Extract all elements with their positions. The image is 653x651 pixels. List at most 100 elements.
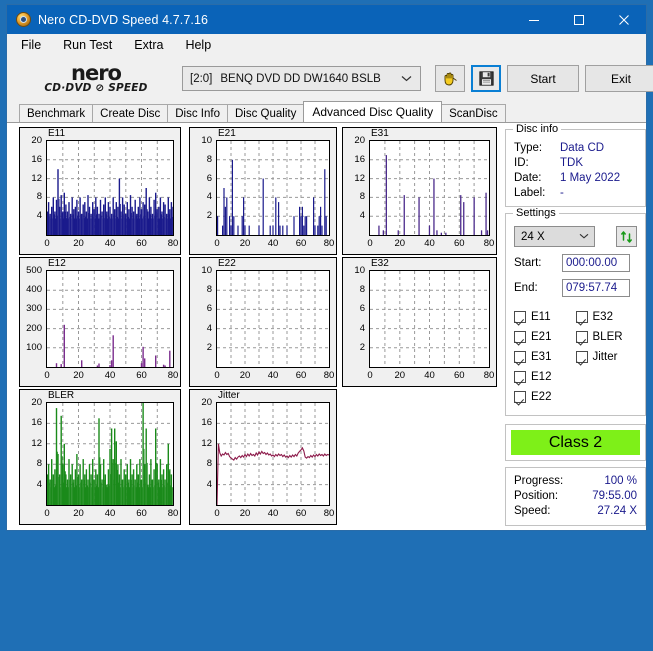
exit-button[interactable]: Exit xyxy=(585,65,653,92)
menu-item-file[interactable]: File xyxy=(19,37,43,53)
checkbox-label: E31 xyxy=(531,351,552,363)
disc-id-label: ID: xyxy=(514,157,529,169)
x-axis-tick: 80 xyxy=(323,370,335,381)
refresh-button[interactable] xyxy=(616,226,637,247)
checkbox-jitter[interactable]: Jitter xyxy=(575,347,638,367)
tab-disc-info[interactable]: Disc Info xyxy=(167,104,228,122)
checkbox-box xyxy=(575,311,588,323)
progress-label: Progress: xyxy=(514,475,564,487)
x-axis-tick: 60 xyxy=(295,508,307,519)
checkbox-e12[interactable]: E12 xyxy=(514,367,576,387)
plot-area xyxy=(46,402,174,506)
y-axis-tick: 20 xyxy=(354,135,365,146)
tab-advanced-disc-quality[interactable]: Advanced Disc Quality xyxy=(303,101,443,122)
x-axis-tick: 60 xyxy=(295,238,307,249)
chart-panel-e22: E22 2 4 6 8 10 0 20 40 60 80 xyxy=(189,257,337,387)
drive-id: [2:0] xyxy=(190,72,213,85)
plot-area xyxy=(216,270,330,368)
speed-value: 24 X xyxy=(521,230,545,243)
plot-area xyxy=(216,140,330,236)
checkbox-e32[interactable]: E32 xyxy=(575,307,638,327)
tab-disc-quality[interactable]: Disc Quality xyxy=(227,104,305,122)
x-axis-tick: 20 xyxy=(394,238,406,249)
checkbox-label: BLER xyxy=(592,331,623,343)
window-controls xyxy=(511,5,646,34)
disc-label-value: - xyxy=(560,187,564,199)
checkbox-bler[interactable]: BLER xyxy=(575,327,638,347)
y-axis-tick: 4 xyxy=(206,191,212,203)
y-axis-tick: 10 xyxy=(201,135,212,146)
x-axis-tick: 20 xyxy=(239,370,251,381)
speed-row-status: Speed: 27.24 X xyxy=(514,504,637,519)
maximize-icon[interactable] xyxy=(556,5,601,34)
save-button[interactable] xyxy=(471,65,501,92)
checkbox-e22[interactable]: E22 xyxy=(514,387,576,407)
x-axis-tick: 0 xyxy=(214,508,220,519)
tab-benchmark[interactable]: Benchmark xyxy=(19,104,94,122)
y-axis-tick: 12 xyxy=(31,172,42,184)
position-value: 79:55.00 xyxy=(592,490,637,502)
menu-bar: File Run Test Extra Help xyxy=(7,34,646,56)
charts-grid: E11 4 8 12 16 20 0 20 40 60 80 E21 2 4 6 8 10 0 20 40 60 80 E3… xyxy=(19,127,497,651)
plot-area xyxy=(46,270,174,368)
disc-label-label: Label: xyxy=(514,187,546,199)
plot-area xyxy=(216,402,330,506)
speed-select[interactable]: 24 X xyxy=(514,226,595,247)
disc-date-label: Date: xyxy=(514,172,542,184)
settings-title: Settings xyxy=(513,207,559,219)
chart-panel-jitter: Jitter 4 8 12 16 20 0 20 40 60 80 xyxy=(189,389,337,525)
end-time-input[interactable]: 079:57.74 xyxy=(562,279,630,297)
checkbox-box xyxy=(514,331,526,343)
y-axis-tick: 6 xyxy=(206,172,212,184)
checkbox-e31[interactable]: E31 xyxy=(514,347,576,367)
x-axis-tick: 40 xyxy=(267,238,279,249)
plot-area xyxy=(46,140,174,236)
tab-create-disc[interactable]: Create Disc xyxy=(92,104,169,122)
checkbox-e21[interactable]: E21 xyxy=(514,327,576,347)
chart-panel-e11: E11 4 8 12 16 20 0 20 40 60 80 xyxy=(19,127,181,255)
x-axis-tick: 60 xyxy=(295,370,307,381)
chevron-down-icon xyxy=(579,232,589,241)
checkbox-box xyxy=(514,351,526,363)
y-axis-tick: 500 xyxy=(26,265,42,276)
menu-item-run-test[interactable]: Run Test xyxy=(61,37,114,53)
disc-type-row: Type: Data CD xyxy=(514,141,637,156)
x-axis-tick: 80 xyxy=(167,238,179,249)
menu-item-extra[interactable]: Extra xyxy=(132,37,165,53)
close-icon[interactable] xyxy=(601,5,646,34)
end-time-label: End: xyxy=(514,282,538,294)
y-axis-tick: 16 xyxy=(31,417,42,429)
x-axis-tick: 40 xyxy=(267,508,279,519)
eject-hand-button[interactable] xyxy=(435,65,465,92)
x-axis-tick: 60 xyxy=(453,370,465,381)
menu-item-help[interactable]: Help xyxy=(183,37,213,53)
x-axis-tick: 80 xyxy=(323,238,335,249)
plot-area xyxy=(369,270,490,368)
tab-strip: Benchmark Create Disc Disc Info Disc Qua… xyxy=(7,101,646,122)
eject-hand-icon xyxy=(444,72,457,85)
checkbox-column-right: E32 BLER Jitter xyxy=(575,307,638,407)
y-axis-tick: 8 xyxy=(359,284,365,296)
x-axis-tick: 20 xyxy=(394,370,406,381)
y-axis-tick: 400 xyxy=(26,284,42,296)
disc-id-value: TDK xyxy=(560,157,583,169)
y-axis-tick: 2 xyxy=(206,341,212,353)
y-axis-tick: 10 xyxy=(354,265,365,276)
chart-title: E31 xyxy=(369,128,391,139)
checkbox-e11[interactable]: E11 xyxy=(514,307,576,327)
measure-checkboxes: E11 E21 E31 E12 E22 E32 BLER Jitter xyxy=(514,307,637,407)
start-time-input[interactable]: 000:00.00 xyxy=(562,254,630,272)
start-button[interactable]: Start xyxy=(507,65,579,92)
minimize-icon[interactable] xyxy=(511,5,556,34)
checkbox-label: Jitter xyxy=(592,351,618,363)
tab-scandisc[interactable]: ScanDisc xyxy=(441,104,506,122)
x-axis-tick: 0 xyxy=(214,238,220,249)
chart-panel-e12: E12 100 200 300 400 500 0 20 40 60 80 xyxy=(19,257,181,387)
disc-info-title: Disc info xyxy=(513,123,562,135)
chart-title: E12 xyxy=(46,258,68,269)
speed-row: 24 X xyxy=(514,226,637,247)
position-row: Position: 79:55.00 xyxy=(514,489,637,504)
y-axis-tick: 6 xyxy=(359,303,365,315)
chart-panel-e31: E31 4 8 12 16 20 0 20 40 60 80 xyxy=(342,127,497,255)
drive-select[interactable]: [2:0] BENQ DVD DD DW1640 BSLB xyxy=(182,66,421,91)
